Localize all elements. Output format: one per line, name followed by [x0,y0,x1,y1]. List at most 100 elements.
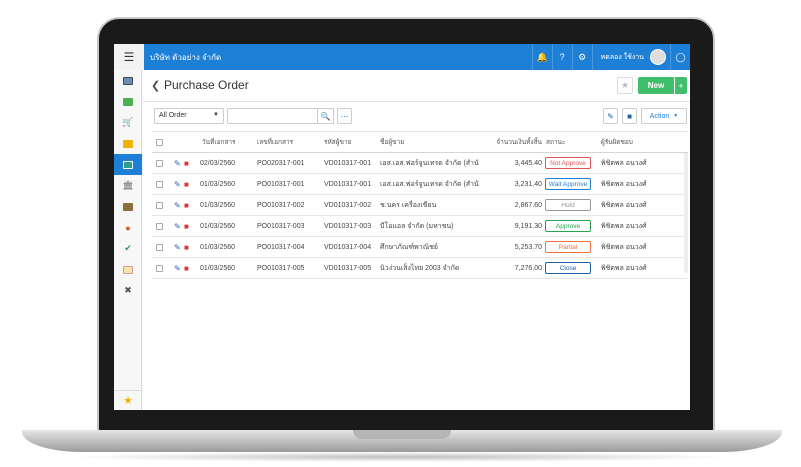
new-dropdown-button[interactable]: + [675,77,687,94]
pencil-icon[interactable]: ✎ [174,195,181,215]
cell-vendor-name: เอส.เอส.ฟอร์จูนเทรด จำกัด (สำนั [380,159,479,167]
search-button[interactable]: 🔍 [318,108,334,124]
header-status[interactable]: สถานะ [546,132,566,152]
check-icon: ✔ [124,243,132,253]
header-owner[interactable]: ผู้รับผิดชอบ [601,132,633,152]
status-cell: Not Approve [545,153,591,173]
menu-icon[interactable]: ☰ [114,44,144,70]
action-dropdown[interactable]: Action ▼ [641,108,687,124]
table-row[interactable]: ✎ ■ 01/03/2560 PO010317-004 VD010317-004 ศึกษ… [152,237,688,258]
pencil-icon[interactable]: ✎ [174,174,181,194]
badge-icon: ● [125,222,131,233]
cell-owner: พิชิตพล อนวงศ์ [601,180,647,188]
table-row[interactable]: ✎ ■ 02/03/2560 PO020317-001 VD010317-001 เอส.… [152,153,688,174]
help-icon[interactable]: ? [551,44,572,70]
wallet-icon [123,202,133,211]
row-checkbox[interactable] [156,258,163,278]
back-icon[interactable]: ❮ [151,79,160,92]
status-badge: Close [545,262,591,274]
trash-icon[interactable]: ■ [184,258,189,278]
header-vendor-name[interactable]: ชื่อผู้ขาย [380,132,404,152]
sidebar-item-check[interactable]: ✔ [114,238,142,259]
sidebar-item-money[interactable] [114,91,142,112]
cell-doc-no[interactable]: PO010317-005 [257,258,304,278]
cell-vendor-name: บีโอแอล จำกัด (มหาชน) [380,222,454,230]
trash-icon[interactable]: ■ [184,195,189,215]
cell-owner: พิชิตพล อนวงศ์ [601,243,647,251]
pencil-icon[interactable]: ✎ [174,237,181,257]
star-icon[interactable]: ★ [114,390,142,410]
cell-vendor-code: VD010317-005 [324,264,372,272]
bell-icon[interactable]: 🔔 [531,44,552,70]
status-cell: Close [545,258,591,278]
table-scrollbar[interactable] [684,153,688,273]
trash-icon[interactable]: ■ [184,174,189,194]
caret-down-icon: ▼ [213,112,219,118]
laptop-notch [353,430,451,439]
trash-icon[interactable]: ■ [184,216,189,236]
cell-doc-no[interactable]: PO020317-001 [257,153,304,173]
cell-vendor-code: VD010317-001 [324,159,372,167]
money-icon [123,97,133,106]
edit-button[interactable]: ✎ [603,108,618,124]
cell-amount: 9,191.30 [514,222,542,230]
cell-owner: พิชิตพล อนวงศ์ [601,201,647,209]
sidebar-item-wallet[interactable] [114,196,142,217]
pencil-icon[interactable]: ✎ [174,153,181,173]
cell-vendor-code: VD010317-001 [324,180,372,188]
user-menu[interactable]: ทดลอง ใช้งาน [591,44,650,70]
sidebar-item-box[interactable] [114,133,142,154]
row-checkbox[interactable] [156,237,163,257]
pencil-icon[interactable]: ✎ [174,258,181,278]
sidebar-item-file[interactable] [114,259,142,280]
more-options-button[interactable]: ⋯ [337,108,352,124]
company-name: บริษัท ตัวอย่าง จำกัด [150,53,222,62]
cell-vendor-code: VD010317-003 [324,222,372,230]
trash-icon[interactable]: ■ [184,153,189,173]
page-header: ❮ Purchase Order ★ New + [143,70,690,102]
top-icons: 🔔 ? ⚙ ทดลอง ใช้งาน ◯ [531,44,690,70]
sidebar-item-bank[interactable]: 🏛 [114,175,142,196]
avatar[interactable] [650,49,666,65]
shield-icon[interactable]: ◯ [670,44,690,70]
new-button[interactable]: New [638,77,674,94]
sidebar: 🛒 🏛 ● ✔ ✖ ★ [114,70,142,410]
search-input[interactable] [227,108,318,124]
trash-icon[interactable]: ■ [184,237,189,257]
sidebar-item-document[interactable] [114,154,142,175]
header-doc-no[interactable]: เลขที่เอกสาร [257,132,293,152]
cell-doc-no[interactable]: PO010317-002 [257,195,304,215]
cell-doc-no[interactable]: PO010317-004 [257,237,304,257]
favorite-button[interactable]: ★ [617,77,633,94]
select-all-checkbox[interactable] [156,132,163,152]
row-checkbox[interactable] [156,195,163,215]
app-screen: ☰ บริษัท ตัวอย่าง จำกัด 🔔 ? ⚙ ทดลอง ใช้ง… [114,44,690,410]
page-title: Purchase Order [164,78,249,92]
table-row[interactable]: ✎ ■ 01/03/2560 PO010317-005 VD010317-005 นิวง… [152,258,688,279]
status-badge: Not Approve [545,157,591,169]
cell-date: 02/03/2560 [200,159,236,167]
pencil-icon[interactable]: ✎ [174,216,181,236]
table-row[interactable]: ✎ ■ 01/03/2560 PO010317-002 VD010317-002 ช.นค… [152,195,688,216]
sidebar-item-cart[interactable]: 🛒 [114,112,142,133]
header-vendor-code[interactable]: รหัสผู้ขาย [324,132,351,152]
gear-icon[interactable]: ⚙ [571,44,592,70]
sidebar-item-image[interactable] [114,70,142,91]
table-row[interactable]: ✎ ■ 01/03/2560 PO010317-003 VD010317-003 บีโอ… [152,216,688,237]
order-filter-select[interactable]: All Order ▼ [154,108,224,124]
cell-doc-no[interactable]: PO010317-003 [257,216,304,236]
table-row[interactable]: ✎ ■ 01/03/2560 PO010317-001 VD010317-001 เอส.… [152,174,688,195]
delete-button[interactable]: ■ [622,108,637,124]
top-bar: ☰ บริษัท ตัวอย่าง จำกัด 🔔 ? ⚙ ทดลอง ใช้ง… [114,44,690,70]
row-checkbox[interactable] [156,216,163,236]
pencil-icon: ✎ [607,111,614,121]
cell-date: 01/03/2560 [200,243,236,251]
row-checkbox[interactable] [156,174,163,194]
header-amount[interactable]: จำนวนเงินทั้งสิ้น [467,132,542,152]
search-icon: 🔍 [320,111,331,121]
sidebar-item-tools[interactable]: ✖ [114,280,142,301]
sidebar-item-badge[interactable]: ● [114,217,142,238]
row-checkbox[interactable] [156,153,163,173]
header-date[interactable]: วันที่เอกสาร [202,132,236,152]
cell-doc-no[interactable]: PO010317-001 [257,174,304,194]
